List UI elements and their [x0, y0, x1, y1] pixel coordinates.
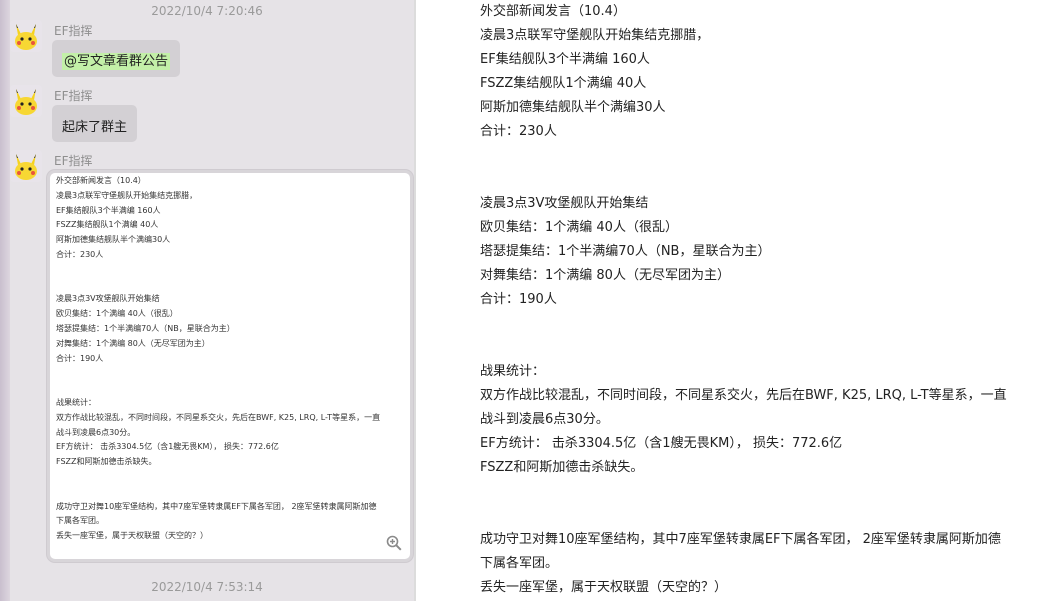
doc-line: 对舞集结：1个满编 80人（无尽军团为主）	[480, 268, 730, 283]
image-line: 欧贝集结：1个满编 40人（很乱）	[56, 309, 178, 319]
image-line: FSZZ集结舰队1个满编 40人	[56, 220, 159, 230]
image-line: 外交部新闻发言（10.4）	[56, 176, 146, 185]
message-bubble[interactable]: @写文章看群公告	[52, 40, 181, 77]
message-text: 起床了群主	[62, 120, 128, 135]
chat-pane: 2022/10/4 7:20:46 EF指挥 @写文章看群公告 EF指挥 起床了…	[0, 0, 414, 601]
pikachu-avatar-icon	[10, 85, 42, 117]
sender-name: EF指挥	[54, 24, 93, 38]
image-line: 阿斯加德集结舰队半个满编30人	[56, 235, 171, 245]
doc-line: 下属各军团。	[480, 556, 559, 571]
image-text-content: 外交部新闻发言（10.4） 凌晨3点联军守堡舰队开始集结克挪腊， EF集结舰队3…	[50, 173, 410, 544]
doc-line: 塔瑟提集结：1个半满编70人（NB，星联合为主）	[480, 244, 771, 259]
sender-name: EF指挥	[54, 89, 93, 103]
zoom-in-icon[interactable]	[386, 535, 402, 551]
image-line: 合计：230人	[56, 249, 104, 259]
doc-line: 丢失一座军堡，属于天权联盟（天空的？）	[480, 580, 728, 595]
doc-line: 合计：230人	[480, 124, 557, 139]
image-line: 战斗到凌晨6点30分。	[56, 427, 136, 437]
avatar[interactable]	[10, 85, 42, 117]
message-bubble[interactable]: 起床了群主	[52, 105, 138, 142]
image-line	[50, 485, 410, 500]
doc-line: 外交部新闻发言（10.4）	[480, 4, 626, 19]
doc-line: 凌晨3点3V攻堡舰队开始集结	[480, 196, 649, 211]
doc-line: EF集结舰队3个半满编 160人	[480, 52, 650, 67]
doc-line: FSZZ集结舰队1个满编 40人	[480, 76, 647, 91]
doc-line: 战斗到凌晨6点30分。	[480, 412, 609, 427]
image-line: EF方统计： 击杀3304.5亿（含1艘无畏KM）， 损失：772.6亿	[56, 442, 279, 452]
doc-line: 凌晨3点联军守堡舰队开始集结克挪腊，	[480, 28, 710, 43]
image-line: 双方作战比较混乱，不同时间段，不同星系交火，先后在BWF, K25, LRQ, …	[56, 412, 381, 422]
image-line: 下属各军团。	[56, 516, 104, 526]
image-line: 丢失一座军堡，属于天权联盟（天空的？）	[56, 531, 208, 541]
document-text: 外交部新闻发言（10.4） 凌晨3点联军守堡舰队开始集结克挪腊， EF集结舰队3…	[472, 0, 1060, 601]
doc-line: 阿斯加德集结舰队半个满编30人	[480, 100, 666, 115]
pikachu-avatar-icon	[10, 150, 42, 182]
doc-line: FSZZ和阿斯加德击杀缺失。	[480, 460, 644, 475]
doc-line: EF方统计： 击杀3304.5亿（含1艘无畏KM）， 损失：772.6亿	[480, 436, 843, 451]
doc-line: 战果统计：	[480, 364, 546, 379]
mention-text[interactable]: @写文章看群公告	[62, 53, 171, 70]
image-line: 成功守卫对舞10座军堡结构，其中7座军堡转隶属EF下属各军团， 2座军堡转隶属阿…	[56, 501, 377, 511]
image-line: 对舞集结：1个满编 80人（无尽军团为主）	[56, 338, 210, 348]
image-line: 战果统计：	[56, 397, 96, 407]
timestamp: 2022/10/4 7:20:46	[151, 4, 263, 18]
image-line: 凌晨3点联军守堡舰队开始集结克挪腊，	[56, 190, 198, 200]
image-line: 合计：190人	[56, 353, 104, 363]
image-line	[50, 381, 410, 396]
image-line	[50, 263, 410, 278]
chat-left-edge	[0, 0, 10, 601]
avatar[interactable]	[10, 20, 42, 52]
pane-divider	[414, 0, 416, 601]
image-line: EF集结舰队3个半满编 160人	[56, 205, 161, 215]
image-line: 凌晨3点3V攻堡舰队开始集结	[56, 294, 160, 304]
sender-name: EF指挥	[54, 154, 93, 168]
doc-line: 双方作战比较混乱，不同时间段，不同星系交火，先后在BWF, K25, LRQ, …	[480, 388, 1007, 403]
image-line	[50, 470, 410, 485]
timestamp: 2022/10/4 7:53:14	[151, 580, 263, 594]
pikachu-avatar-icon	[10, 20, 42, 52]
image-line	[50, 278, 410, 293]
doc-line: 合计：190人	[480, 292, 557, 307]
image-line	[50, 366, 410, 381]
doc-line: 成功守卫对舞10座军堡结构，其中7座军堡转隶属EF下属各军团， 2座军堡转隶属阿…	[480, 532, 1001, 547]
doc-line: 欧贝集结：1个满编 40人（很乱）	[480, 220, 678, 235]
image-line: FSZZ和阿斯加德击杀缺失。	[56, 457, 157, 467]
avatar[interactable]	[10, 150, 42, 182]
image-line: 塔瑟提集结：1个半满编70人（NB，星联合为主）	[56, 323, 235, 333]
image-message[interactable]: 外交部新闻发言（10.4） 凌晨3点联军守堡舰队开始集结克挪腊， EF集结舰队3…	[47, 170, 413, 562]
